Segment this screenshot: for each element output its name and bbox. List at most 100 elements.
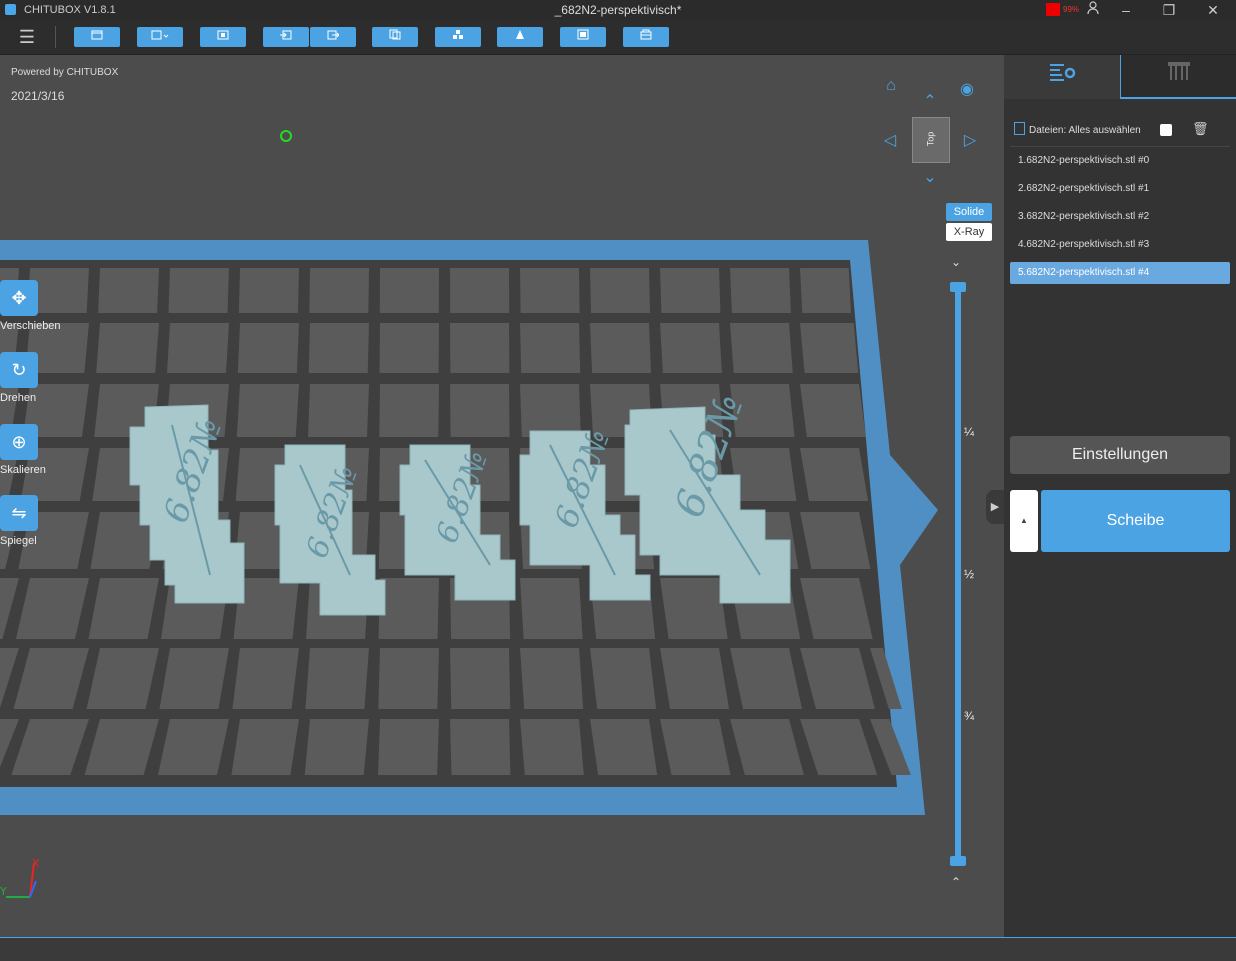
minimize-button[interactable]: – xyxy=(1112,0,1140,20)
mirror-icon: ⇋ xyxy=(0,495,38,531)
import-button[interactable] xyxy=(263,27,309,47)
solid-view-button[interactable]: Solide xyxy=(946,203,992,221)
grid-cell xyxy=(308,323,369,373)
grid-cell xyxy=(88,578,159,639)
slice-button[interactable]: Scheibe xyxy=(1041,490,1230,552)
move-tool[interactable]: ✥ Verschieben xyxy=(0,280,61,332)
mirror-tool-label: Spiegel xyxy=(0,535,37,547)
user-icon[interactable] xyxy=(1079,0,1107,20)
grid-cell xyxy=(231,719,299,775)
open-file-button[interactable] xyxy=(74,27,120,47)
close-button[interactable]: ✕ xyxy=(1199,0,1227,20)
grid-cell xyxy=(96,323,159,373)
layer-slider-track[interactable] xyxy=(955,287,961,863)
layer-slider-bottom-handle[interactable] xyxy=(950,856,966,866)
package-button[interactable] xyxy=(623,27,669,47)
grid-cell xyxy=(660,578,728,639)
file-item-3[interactable]: 4.682N2-perspektivisch.stl #3 xyxy=(1010,234,1230,256)
grid-cell xyxy=(590,268,651,313)
grid-cell xyxy=(730,268,791,313)
grid-cell xyxy=(450,323,510,373)
hollow-button[interactable] xyxy=(497,27,543,47)
grid-cell xyxy=(304,719,369,775)
grid-cell xyxy=(660,323,722,373)
view-right-arrow-icon[interactable]: ▷ xyxy=(960,130,980,150)
file-item-1[interactable]: 2.682N2-perspektivisch.stl #1 xyxy=(1010,178,1230,200)
select-all-checkbox[interactable] xyxy=(1160,124,1172,136)
grid-cell xyxy=(236,384,299,437)
grid-cell xyxy=(520,323,581,373)
maximize-button[interactable]: ❐ xyxy=(1155,0,1183,20)
view-left-arrow-icon[interactable]: ◁ xyxy=(880,130,900,150)
save-button[interactable] xyxy=(137,27,183,47)
grid-cell xyxy=(158,719,229,775)
svg-text:Y: Y xyxy=(0,885,7,898)
grid-cell xyxy=(590,719,658,775)
layer-collapse-chevron-icon[interactable]: ⌄ xyxy=(951,255,961,269)
cursor-indicator-icon xyxy=(280,130,292,142)
file-icon xyxy=(1014,122,1025,135)
mirror-tool[interactable]: ⇋ Spiegel xyxy=(0,495,40,547)
grid-cell xyxy=(520,648,584,709)
view-cube[interactable]: Top xyxy=(912,117,950,163)
settings-button[interactable]: Einstellungen xyxy=(1010,436,1230,474)
scale-tool-label: Skalieren xyxy=(0,464,46,476)
slice-options-toggle-icon[interactable]: ▲ xyxy=(1010,490,1038,552)
file-item-2[interactable]: 3.682N2-perspektivisch.stl #2 xyxy=(1010,206,1230,228)
view-down-arrow-icon[interactable]: ⌄ xyxy=(920,167,940,187)
grid-cell xyxy=(520,578,583,639)
scale-tool[interactable]: ⊕ Skalieren xyxy=(0,424,46,476)
export-button[interactable] xyxy=(310,27,356,47)
tab-supports[interactable] xyxy=(1120,55,1236,99)
copy-icon xyxy=(389,29,401,40)
file-item-4[interactable]: 5.682N2-perspektivisch.stl #4 xyxy=(1010,262,1230,284)
screenshot-button[interactable] xyxy=(200,27,246,47)
powered-by-label: Powered by CHITUBOX xyxy=(11,67,119,78)
divider xyxy=(1010,146,1230,147)
sidebar-toggle-arrow-icon[interactable]: ▶ xyxy=(986,490,1004,524)
grid-cell xyxy=(800,384,866,437)
grid-cell xyxy=(167,323,229,373)
file-item-0[interactable]: 1.682N2-perspektivisch.stl #0 xyxy=(1010,150,1230,172)
home-view-icon[interactable]: ⌂ xyxy=(881,77,901,95)
visibility-eye-icon[interactable]: ◉ xyxy=(957,79,977,99)
view-cube-label: Top xyxy=(925,131,936,147)
xray-view-button[interactable]: X-Ray xyxy=(946,223,992,241)
title-bar: CHITUBOX V1.8.1 _682N2-perspektivisch* 9… xyxy=(0,0,1236,20)
grid-cell xyxy=(450,719,511,775)
grid-cell xyxy=(378,719,439,775)
pattern-button[interactable] xyxy=(560,27,606,47)
layer-mark-half: ½ xyxy=(964,567,975,581)
grid-cell xyxy=(520,719,584,775)
grid-cell xyxy=(800,323,859,373)
toolbar-divider xyxy=(55,26,56,48)
grid-cell xyxy=(379,268,439,313)
3d-viewport[interactable]: 6.82№ 6.82№ 6.82№ 6.82№ 6.82№ Powered by… xyxy=(0,55,1004,937)
scale-icon: ⊕ xyxy=(0,424,38,460)
files-header-label: Dateien: Alles auswählen xyxy=(1029,125,1141,136)
rotate-icon: ↻ xyxy=(0,352,38,388)
grid-cell xyxy=(232,648,299,709)
view-up-arrow-icon[interactable]: ⌃ xyxy=(920,91,940,111)
grid-cell xyxy=(590,323,652,373)
delete-trash-icon[interactable]: 🗑 xyxy=(1192,121,1209,137)
status-bar xyxy=(0,937,1236,961)
rotate-tool[interactable]: ↻ Drehen xyxy=(0,352,40,404)
menu-icon[interactable]: ☰ xyxy=(14,27,40,47)
tab-files-settings[interactable] xyxy=(1004,55,1120,99)
grid-cell xyxy=(520,268,580,313)
arrange-button[interactable] xyxy=(435,27,481,47)
save-icon xyxy=(151,30,169,40)
grid-cell xyxy=(378,648,439,709)
supports-icon xyxy=(1168,62,1190,80)
export-icon xyxy=(327,30,340,40)
right-sidebar: Dateien: Alles auswählen 🗑 1.682N2-persp… xyxy=(1004,55,1236,937)
grid-cell xyxy=(590,648,657,709)
copy-button[interactable] xyxy=(372,27,418,47)
layer-slider-top-handle[interactable] xyxy=(950,282,966,292)
grid-cell xyxy=(730,323,793,373)
grid-cell xyxy=(800,512,871,569)
package-icon xyxy=(640,29,652,40)
layer-expand-chevron-icon[interactable]: ⌃ xyxy=(951,875,961,889)
grid-cell xyxy=(305,648,369,709)
